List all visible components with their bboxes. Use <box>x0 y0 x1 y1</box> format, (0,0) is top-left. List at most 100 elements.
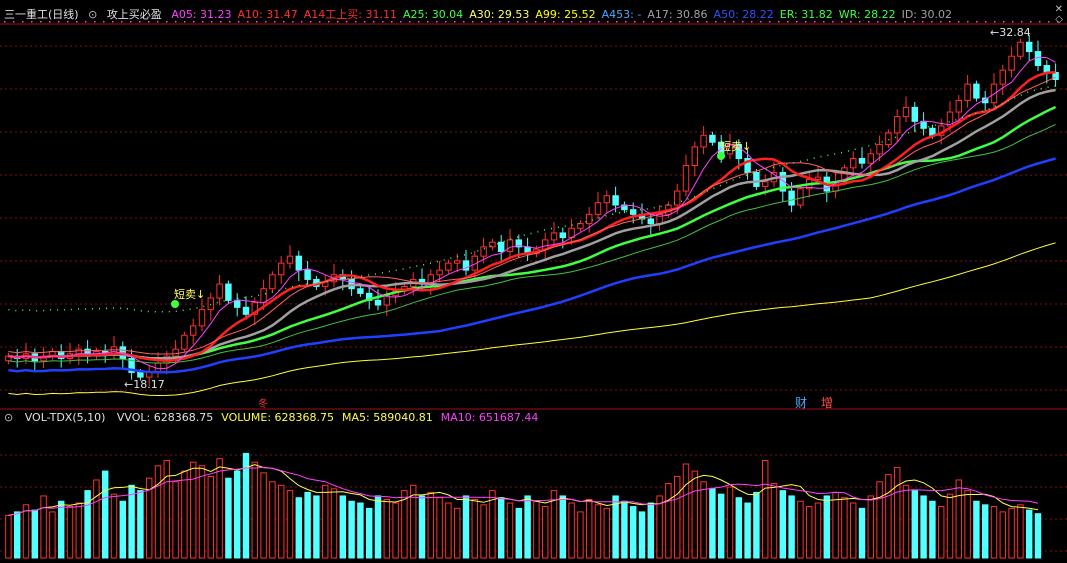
ma-value-6: A453: - <box>601 8 642 21</box>
candle-body <box>506 239 514 253</box>
candle-body <box>1008 55 1015 71</box>
candle-body <box>260 288 267 304</box>
volume-bar <box>295 497 303 559</box>
volume-bar <box>709 488 716 559</box>
volume-indicator-name[interactable]: VOL-TDX(5,10) <box>25 411 106 424</box>
candle-body <box>286 255 294 264</box>
candle-body <box>876 144 883 155</box>
settings-circle-icon[interactable]: ⊙ <box>4 411 13 424</box>
volume-bar <box>981 504 989 559</box>
candle-body <box>673 190 681 206</box>
candle-body <box>788 190 795 206</box>
candle-body <box>867 153 875 164</box>
candle-body <box>242 306 250 315</box>
volume-bar <box>1025 509 1033 559</box>
top-dot <box>1039 21 1041 23</box>
candle-body <box>902 106 910 118</box>
price-header: 三一重工(日线) ⊙ 攻上买必盈 A05: 31.23 A10: 31.47 A14… <box>4 6 964 24</box>
volume-bar <box>841 497 848 559</box>
volume-bar <box>577 511 584 559</box>
volume-bar <box>568 502 575 559</box>
volume-bar <box>154 465 162 559</box>
candle-body <box>172 348 179 357</box>
volume-ma10-line <box>8 466 1039 516</box>
volume-value-0: VVOL: 628368.75 <box>116 411 214 424</box>
candle-body <box>480 246 487 257</box>
ma-value-9: ER: 31.82 <box>779 8 833 21</box>
candle-body <box>973 83 980 99</box>
candle-body <box>189 325 197 336</box>
volume-bar <box>357 502 364 559</box>
volume-header: ⊙ VOL-TDX(5,10) VVOL: 628368.75 VOLUME: 6… <box>4 411 554 424</box>
volume-bar <box>251 461 259 559</box>
candle-body <box>233 299 241 308</box>
volume-bar <box>612 495 619 559</box>
volume-bar <box>233 470 241 559</box>
volume-bar <box>128 484 135 559</box>
volume-bar <box>75 502 83 559</box>
ma-value-0: A05: 31.23 <box>171 8 232 21</box>
volume-value-3: MA10: 651687.44 <box>440 411 539 424</box>
top-dot <box>1003 21 1005 23</box>
volume-bar <box>401 490 408 559</box>
volume-bar <box>31 509 39 559</box>
candle-body <box>1034 51 1042 67</box>
volume-bar <box>717 493 725 559</box>
volume-bar <box>524 495 531 559</box>
stock-title[interactable]: 三一重工(日线) <box>4 8 79 21</box>
volume-bar <box>462 495 470 559</box>
volume-bar <box>119 500 127 559</box>
volume-bar <box>1034 513 1042 559</box>
volume-bar <box>585 498 593 559</box>
sell-signal-dot <box>171 300 179 308</box>
finance-marker: 财 <box>795 396 807 410</box>
volume-bar <box>814 502 822 559</box>
volume-bar <box>849 502 857 559</box>
volume-bar <box>999 511 1007 559</box>
volume-bar <box>110 493 118 559</box>
volume-bar <box>533 500 540 559</box>
ma-value-8: A50: 28.22 <box>713 8 774 21</box>
candle-body <box>445 262 452 271</box>
candle-body <box>761 181 769 187</box>
volume-bar <box>788 495 795 559</box>
candle-body <box>1017 41 1024 57</box>
volume-bar <box>876 481 883 559</box>
volume-bar <box>929 500 936 559</box>
volume-bar <box>603 507 611 559</box>
candle-body <box>559 232 567 239</box>
candle-body <box>304 269 311 280</box>
volume-bar <box>57 500 65 559</box>
candle-body <box>277 262 285 276</box>
volume-bar <box>647 502 655 559</box>
volume-bar <box>269 481 276 559</box>
ma10-line <box>8 71 1056 363</box>
volume-bar <box>163 459 171 559</box>
chart-window: 短卖↓ 短卖↓ ←18.17 ←32.84 财增 冬 三一重工(日线) ⊙ 攻上买必盈 A… <box>0 0 1067 563</box>
volume-bar <box>858 507 866 559</box>
volume-bar <box>911 490 919 559</box>
formula-name[interactable]: 攻上买必盈 <box>107 8 162 21</box>
top-dot <box>976 21 978 23</box>
top-dot <box>1021 21 1023 23</box>
candle-body <box>577 223 584 229</box>
volume-bar <box>242 452 250 559</box>
ma-value-4: A30: 29.53 <box>469 8 530 21</box>
volume-bar <box>260 472 267 559</box>
candle-body <box>858 158 866 164</box>
ma25-line <box>8 105 1057 360</box>
volume-bar <box>348 500 355 559</box>
volume-bar <box>383 498 391 559</box>
volume-bar <box>189 461 197 559</box>
volume-bar <box>867 495 875 559</box>
candle-body <box>453 260 461 264</box>
volume-bar <box>427 491 435 559</box>
sell-signal-dot <box>717 152 725 160</box>
expand-icon[interactable]: ◇ <box>1055 14 1063 25</box>
settings-circle-icon[interactable]: ⊙ <box>88 8 97 21</box>
volume-value-1: VOLUME: 628368.75 <box>221 411 334 424</box>
ma-value-11: ID: 30.02 <box>901 8 953 21</box>
volume-bar <box>365 507 373 559</box>
price-volume-chart: 短卖↓ 短卖↓ ←18.17 ←32.84 财 增 冬 <box>0 21 1067 559</box>
volume-bar <box>779 490 787 559</box>
